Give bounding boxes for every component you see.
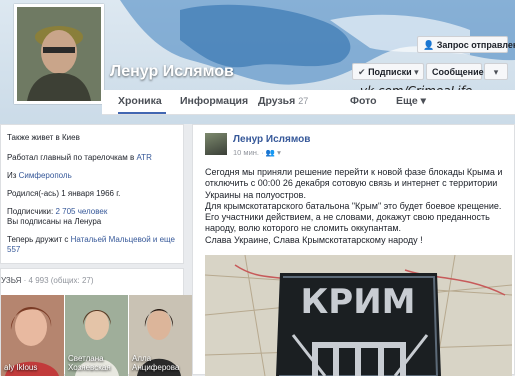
tab-timeline[interactable]: Хроника xyxy=(118,90,166,114)
hometown-link[interactable]: Симферополь xyxy=(19,171,72,180)
chevron-down-icon: ▾ xyxy=(414,67,419,77)
subscriptions-button[interactable]: ✔ Подписки ▾ xyxy=(352,63,424,80)
profile-tabs: Хроника Информация Друзья 27 Фото Еще ▾ xyxy=(102,90,515,115)
friends-header[interactable]: УЗЬЯ · 4 993 (общих: 27) xyxy=(1,276,94,285)
check-icon: ✔ xyxy=(358,67,366,77)
friend-name: aly Iklous xyxy=(4,363,38,372)
friend-name: Алла Анциферова xyxy=(132,354,180,372)
friend-name: Светлана Хозяевская xyxy=(68,354,111,372)
audience-icon: 👥 xyxy=(265,148,276,157)
friends-box: УЗЬЯ · 4 993 (общих: 27) aly Iklous Свет… xyxy=(0,268,192,376)
post-text: Сегодня мы приняли решение перейти к нов… xyxy=(205,167,503,245)
more-actions-button[interactable]: ▾ xyxy=(484,63,508,80)
work-info: Работал главный по тарелочкам в ATR xyxy=(7,153,152,162)
lives-in: Также живет в Киев xyxy=(7,133,80,142)
tab-photos[interactable]: Фото xyxy=(350,90,377,114)
friends-count: 27 xyxy=(298,96,309,106)
friend-tile[interactable]: Алла Анциферова xyxy=(129,295,192,376)
profile-picture[interactable] xyxy=(14,4,104,104)
patch-text: КРИМ xyxy=(301,282,416,322)
timeline-post: Ленур Ислямов 10 мин. · 👥 ▾ Сегодня мы п… xyxy=(192,124,515,376)
friend-request-button[interactable]: 👤 Запрос отправлен xyxy=(417,36,515,53)
employer-link[interactable]: ATR xyxy=(136,153,151,162)
intro-box: Также живет в Киев Работал главный по та… xyxy=(0,124,184,264)
new-friends: Теперь дружит с Натальей Мальцевой и еще… xyxy=(7,235,175,254)
subscribed-status: Вы подписаны на Ленура xyxy=(7,217,102,226)
more-actions-icon: ▾ xyxy=(493,67,499,77)
battalion-patch-image: КРИМ xyxy=(205,255,512,376)
tab-friends[interactable]: Друзья 27 xyxy=(258,90,308,114)
friend-tile[interactable]: aly Iklous xyxy=(1,295,64,376)
subscribers-link[interactable]: 2 705 человек xyxy=(55,207,107,216)
profile-name[interactable]: Ленур Ислямов xyxy=(110,63,234,81)
chevron-down-icon: ▾ xyxy=(420,95,426,107)
tab-info[interactable]: Информация xyxy=(180,90,248,114)
post-timestamp[interactable]: 10 мин. · 👥 ▾ xyxy=(233,148,281,157)
chevron-down-icon: ▾ xyxy=(277,148,281,157)
message-button[interactable]: Сообщение xyxy=(426,63,484,80)
subscribers: Подписчики: 2 705 человек xyxy=(7,207,108,216)
post-author-avatar[interactable] xyxy=(205,133,227,155)
post-author-name[interactable]: Ленур Ислямов xyxy=(233,134,310,145)
post-image[interactable]: КРИМ xyxy=(205,255,512,376)
friend-tile[interactable]: Светлана Хозяевская xyxy=(65,295,128,376)
birthday: Родился(-ась) 1 января 1966 г. xyxy=(7,189,121,198)
person-icon: 👤 xyxy=(423,40,435,50)
tab-more[interactable]: Еще ▾ xyxy=(396,90,426,114)
hometown: Из Симферополь xyxy=(7,171,72,180)
